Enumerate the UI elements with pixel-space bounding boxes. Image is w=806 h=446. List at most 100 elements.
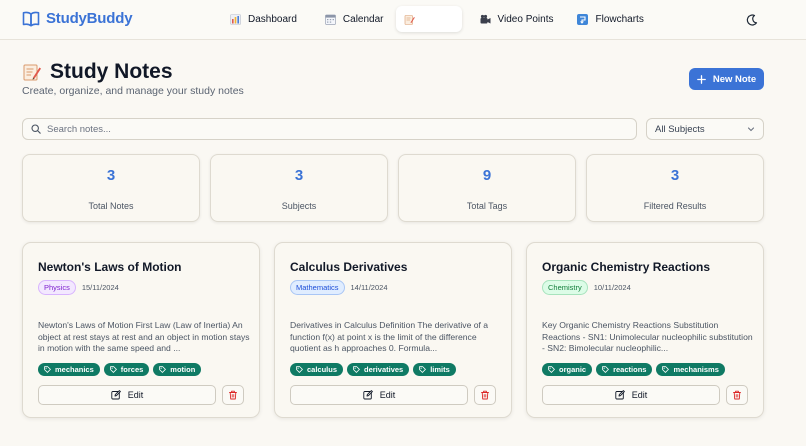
- stat-value: 3: [294, 167, 304, 184]
- edit-button[interactable]: Edit: [38, 385, 216, 405]
- edit-icon: [615, 390, 625, 400]
- tag-label: calculus: [307, 365, 338, 374]
- stat-label: Total Notes: [88, 201, 134, 211]
- tag-icon: [159, 366, 167, 373]
- new-note-button[interactable]: New Note: [689, 68, 764, 90]
- note-tags: mechanics forces motion: [38, 363, 202, 376]
- note-excerpt: Derivatives in Calculus Definition The d…: [290, 320, 489, 353]
- tag-label: derivatives: [364, 365, 404, 374]
- tag-icon: [662, 366, 670, 373]
- tag-icon: [296, 366, 303, 373]
- calendar-icon: [325, 14, 336, 25]
- tag-chip[interactable]: organic: [542, 363, 593, 376]
- stat-label: Subjects: [281, 201, 317, 211]
- top-navbar: StudyBuddy Dashboard Calendar Video Poin…: [0, 0, 806, 40]
- stat-label: Total Tags: [466, 201, 508, 211]
- tag-chip[interactable]: forces: [103, 363, 150, 376]
- tag-label: mechanisms: [673, 365, 719, 374]
- note-title: Newton's Laws of Motion: [38, 260, 182, 274]
- edit-button[interactable]: Edit: [290, 385, 468, 405]
- trash-icon: [481, 390, 489, 400]
- note-meta: Physics 15/11/2024: [38, 280, 119, 295]
- trash-icon: [229, 390, 237, 400]
- memo-icon: [23, 64, 41, 81]
- stat-total-notes: 3 Total Notes: [22, 154, 200, 222]
- tag-label: limits: [430, 365, 450, 374]
- subject-filter-select[interactable]: All Subjects: [646, 118, 764, 140]
- stat-value: 9: [482, 167, 492, 184]
- tag-label: organic: [559, 365, 587, 374]
- tag-chip[interactable]: motion: [153, 363, 202, 376]
- note-date: 15/11/2024: [81, 283, 119, 292]
- note-meta: Chemistry 10/11/2024: [542, 280, 631, 295]
- chevron-down-icon: [747, 127, 755, 132]
- tag-chip[interactable]: limits: [413, 363, 456, 376]
- nav-label: Flowcharts: [595, 13, 644, 25]
- note-tags: organic reactions mechanisms: [542, 363, 725, 376]
- delete-button[interactable]: [474, 385, 496, 405]
- nav-label: Dashboard: [248, 13, 297, 25]
- tag-icon: [353, 366, 360, 373]
- stat-subjects: 3 Subjects: [210, 154, 388, 222]
- subject-badge: Chemistry: [542, 280, 588, 295]
- tag-icon: [602, 366, 610, 373]
- note-meta: Mathematics 14/11/2024: [290, 280, 388, 295]
- note-title: Organic Chemistry Reactions: [542, 260, 711, 274]
- tag-chip[interactable]: derivatives: [347, 363, 410, 376]
- delete-button[interactable]: [726, 385, 748, 405]
- bar-chart-icon: [230, 13, 241, 25]
- edit-label: Edit: [631, 390, 648, 400]
- edit-icon: [111, 390, 121, 400]
- page-subtitle: Create, organize, and manage your study …: [22, 85, 244, 97]
- note-tags: calculus derivatives limits: [290, 363, 456, 376]
- edit-label: Edit: [127, 390, 144, 400]
- nav-calendar[interactable]: Calendar: [317, 6, 392, 32]
- page-title: Study Notes: [50, 60, 173, 83]
- stat-label: Filtered Results: [643, 201, 707, 211]
- tag-chip[interactable]: mechanics: [38, 363, 100, 376]
- tag-label: motion: [170, 365, 196, 374]
- edit-icon: [363, 390, 373, 400]
- moon-icon[interactable]: [745, 13, 759, 27]
- nav-flowcharts[interactable]: Flowcharts: [569, 6, 651, 32]
- note-date: 10/11/2024: [593, 283, 631, 292]
- flowchart-icon: [577, 13, 589, 25]
- main-nav: Dashboard Calendar Video Points Flowchar…: [222, 6, 658, 32]
- delete-button[interactable]: [222, 385, 244, 405]
- nav-notes[interactable]: [395, 6, 462, 32]
- tag-label: mechanics: [55, 365, 94, 374]
- nav-label: Video Points: [497, 13, 554, 25]
- brand-logo[interactable]: StudyBuddy: [22, 10, 133, 27]
- stat-filtered-results: 3 Filtered Results: [586, 154, 764, 222]
- edit-label: Edit: [379, 390, 396, 400]
- video-camera-icon: [480, 14, 491, 23]
- nav-dashboard[interactable]: Dashboard: [222, 6, 305, 32]
- nav-video-points[interactable]: Video Points: [472, 6, 562, 32]
- tag-chip[interactable]: reactions: [596, 363, 653, 376]
- subject-badge: Physics: [38, 280, 76, 295]
- tag-icon: [548, 366, 555, 373]
- search-box: [22, 118, 637, 140]
- search-icon: [31, 124, 41, 134]
- edit-button[interactable]: Edit: [542, 385, 720, 405]
- open-book-icon: [22, 11, 40, 26]
- plus-icon: [696, 74, 706, 84]
- page-header: Study Notes: [22, 60, 173, 84]
- note-card[interactable]: Calculus Derivatives Mathematics 14/11/2…: [274, 242, 512, 418]
- note-excerpt: Key Organic Chemistry Reactions Substitu…: [542, 320, 753, 353]
- trash-icon: [733, 390, 741, 400]
- subject-filter-value: All Subjects: [655, 123, 705, 135]
- note-excerpt: Newton's Laws of Motion First Law (Law o…: [38, 320, 250, 353]
- tag-chip[interactable]: calculus: [290, 363, 344, 376]
- note-date: 14/11/2024: [350, 283, 388, 292]
- tag-icon: [109, 366, 117, 373]
- note-card[interactable]: Newton's Laws of Motion Physics 15/11/20…: [22, 242, 260, 418]
- search-input[interactable]: [47, 123, 607, 135]
- tag-label: reactions: [613, 365, 647, 374]
- stat-value: 3: [106, 167, 116, 184]
- tag-label: forces: [120, 365, 144, 374]
- note-card[interactable]: Organic Chemistry Reactions Chemistry 10…: [526, 242, 764, 418]
- subject-badge: Mathematics: [290, 280, 345, 295]
- tag-chip[interactable]: mechanisms: [656, 363, 725, 376]
- nav-label: Calendar: [342, 13, 384, 25]
